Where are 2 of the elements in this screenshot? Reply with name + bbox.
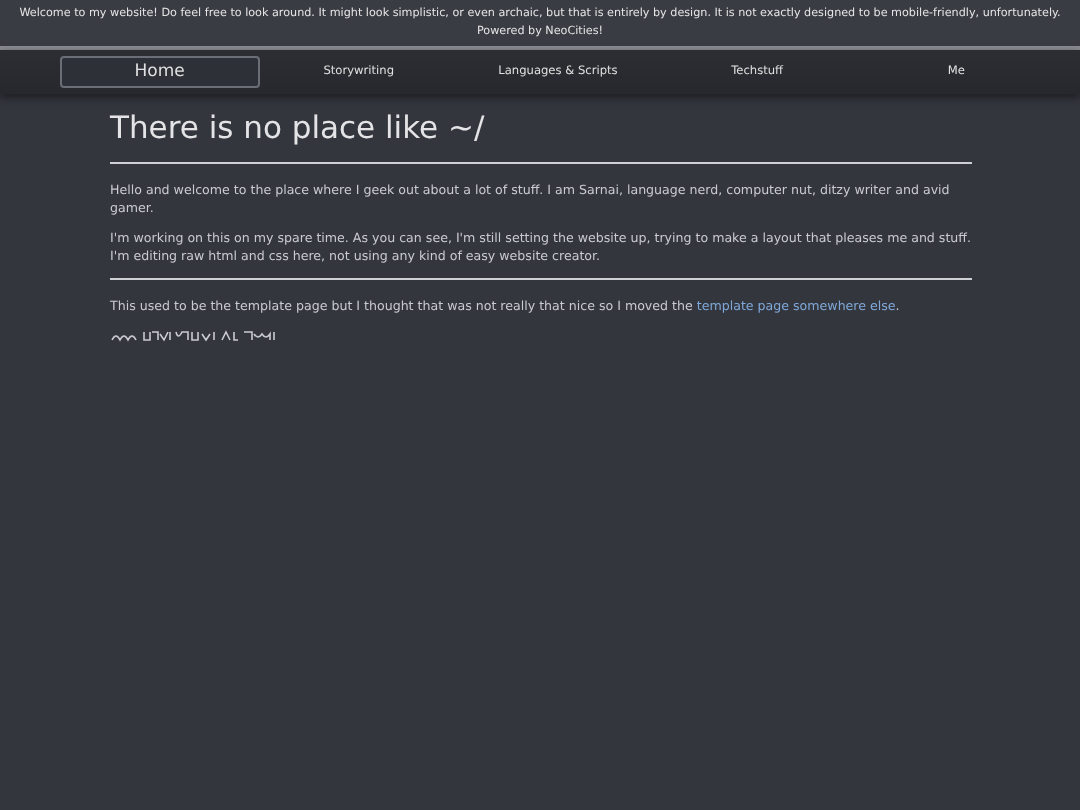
nav-tab[interactable]: Home [60, 56, 260, 88]
page-heading: There is no place like ~/ [110, 110, 487, 148]
